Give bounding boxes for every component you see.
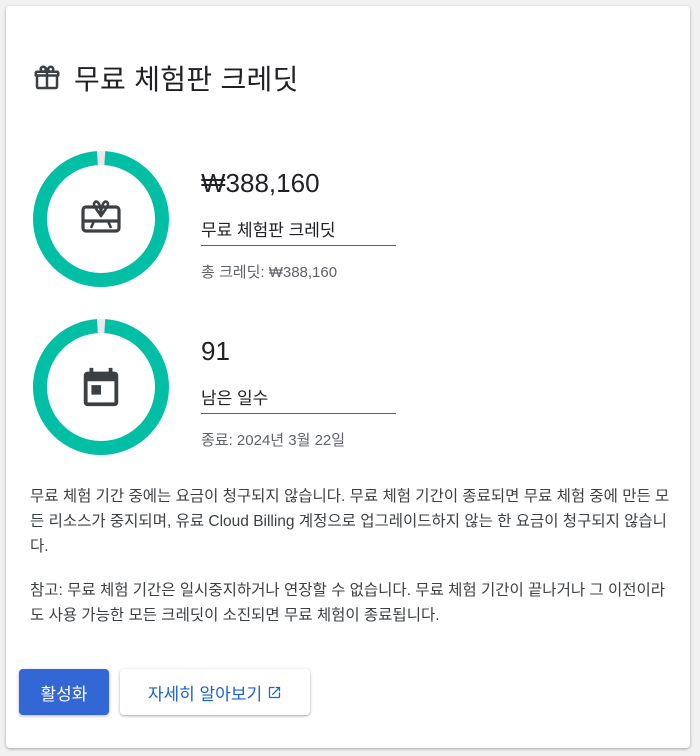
gift-card-icon <box>81 200 121 233</box>
learn-more-label: 자세히 알아보기 <box>147 684 263 704</box>
trial-end-date: 종료: 2024년 3월 22일 <box>201 432 346 449</box>
trial-note-text: 참고: 무료 체험 기간은 일시중지하거나 연장할 수 없습니다. 무료 체험 … <box>30 582 665 624</box>
total-credit: 총 크레딧: ₩388,160 <box>201 264 338 281</box>
credit-divider <box>201 245 396 246</box>
gift-icon <box>34 65 60 90</box>
days-summary: 91 남은 일수 종료: 2024년 3월 22일 <box>30 316 590 458</box>
credit-amount: ₩388,160 <box>201 168 320 198</box>
free-trial-card: 무료 체험판 크레딧 ₩388,160 무료 체험판 크레딧 총 크레딧: ₩3… <box>6 6 690 748</box>
trial-info-text: 무료 체험 기간 중에는 요금이 청구되지 않습니다. 무료 체험 기간이 종료… <box>30 488 670 555</box>
credit-summary: ₩388,160 무료 체험판 크레딧 총 크레딧: ₩388,160 <box>30 148 590 290</box>
card-header: 무료 체험판 크레딧 <box>32 58 299 98</box>
days-remaining: 91 <box>201 336 230 366</box>
calendar-icon <box>83 367 119 407</box>
days-label: 남은 일수 <box>201 389 269 408</box>
credit-label: 무료 체험판 크레딧 <box>201 221 336 240</box>
external-link-icon <box>268 686 281 698</box>
learn-more-button[interactable]: 자세히 알아보기 <box>120 669 310 715</box>
activate-button[interactable]: 활성화 <box>19 669 109 715</box>
days-divider <box>201 413 396 414</box>
page-title: 무료 체험판 크레딧 <box>74 64 299 95</box>
